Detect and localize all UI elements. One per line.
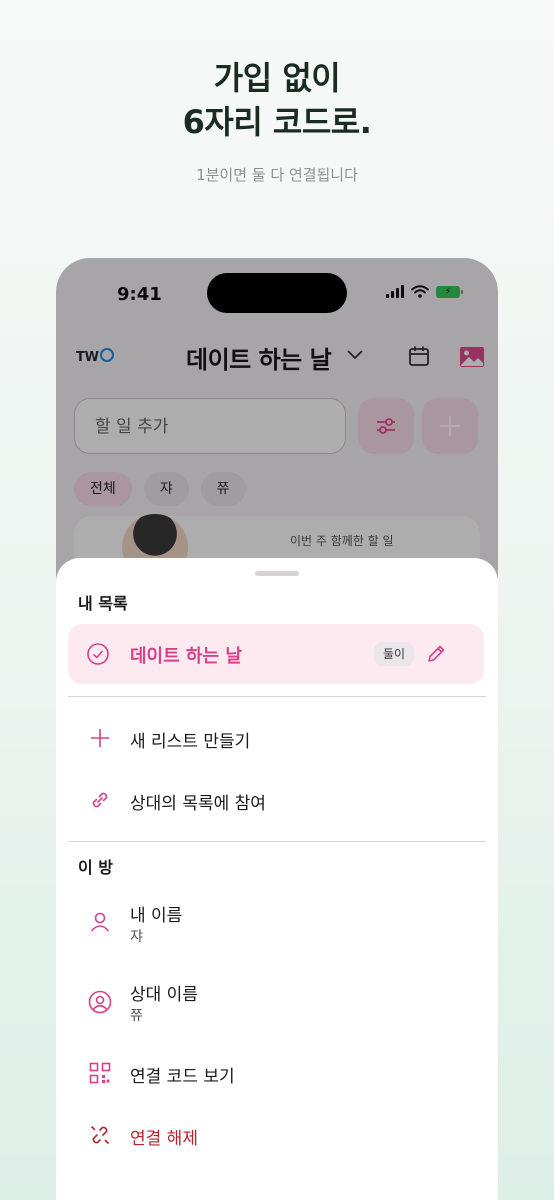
bottom-sheet: 내 목록 데이트 하는 날 둘이 새 리스트 만들기 상대의 목록에 참여 이 … [56,558,498,1200]
phone-frame: 9:41 ⚡ TW 데이트 하는 날 할 일 추가 전체 쟈 쮸 이번 주 함께… [56,258,498,1200]
divider [68,841,486,842]
list-item-selected[interactable]: 데이트 하는 날 둘이 [68,624,484,684]
my-lists-heading: 내 목록 [78,594,128,613]
plus-icon [88,726,112,750]
shared-badge: 둘이 [374,642,415,666]
person-icon [88,910,112,934]
check-circle-icon [86,642,110,666]
pencil-icon[interactable] [424,642,448,666]
disconnect-button[interactable]: 연결 해제 [130,1124,198,1149]
hero-subtitle: 1분이면 둘 다 연결됩니다 [196,166,358,184]
my-name-value: 쟈 [130,929,143,945]
qr-code-icon [88,1061,112,1085]
sheet-grabber[interactable] [255,571,299,576]
hero: 가입 없이 6자리 코드로. 1분이면 둘 다 연결됩니다 [0,56,554,185]
my-name-button[interactable]: 내 이름 [130,901,182,926]
join-partner-list-button[interactable]: 상대의 목록에 참여 [130,789,266,814]
new-list-button[interactable]: 새 리스트 만들기 [130,727,250,752]
hero-title-line1: 가입 없이 [213,59,341,97]
divider [68,696,486,697]
view-code-button[interactable]: 연결 코드 보기 [130,1062,235,1087]
selected-list-label: 데이트 하는 날 [130,646,242,667]
partner-name-button[interactable]: 상대 이름 [130,980,198,1005]
person-circle-icon [88,990,112,1014]
link-icon [88,788,112,812]
broken-link-icon [88,1123,112,1147]
hero-title: 가입 없이 6자리 코드로. [0,56,554,144]
hero-title-line2: 6자리 코드로. [182,103,372,141]
room-heading: 이 방 [78,858,114,877]
partner-name-value: 쮸 [130,1008,143,1024]
